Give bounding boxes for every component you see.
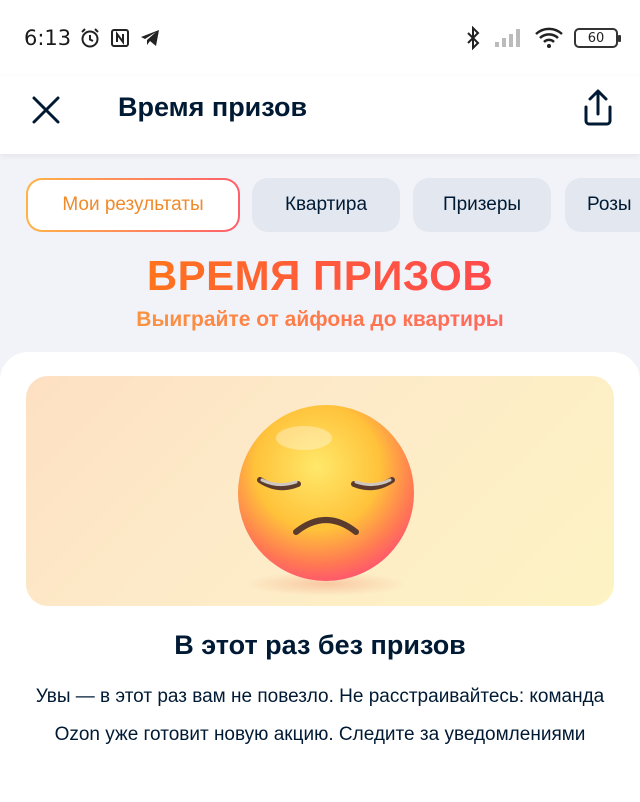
- close-button[interactable]: [28, 92, 64, 128]
- alarm-icon: [79, 27, 101, 49]
- promo-title: ВРЕМЯ ПРИЗОВ: [0, 252, 640, 300]
- share-button[interactable]: [578, 86, 618, 130]
- nfc-icon: [109, 27, 131, 49]
- wifi-icon: [534, 27, 564, 49]
- promo-subtitle: Выиграйте от айфона до квартиры: [0, 308, 640, 332]
- tab-draws[interactable]: Розы: [565, 178, 640, 232]
- status-bar: 6:13 60: [0, 0, 640, 76]
- share-icon: [584, 89, 612, 126]
- app-header: Время призов: [0, 76, 640, 154]
- tab-apartment[interactable]: Квартира: [252, 178, 400, 232]
- result-title: В этот раз без призов: [174, 630, 466, 660]
- tab-my-results[interactable]: Мои результаты: [26, 178, 240, 232]
- close-icon: [32, 96, 60, 124]
- status-time: 6:13: [24, 26, 72, 50]
- result-image: [26, 376, 614, 606]
- status-right: 60: [462, 26, 621, 50]
- result-text: Увы — в этот раз вам не повезло. Не расс…: [35, 686, 605, 745]
- tab-winners[interactable]: Призеры: [413, 178, 551, 232]
- telegram-icon: [139, 27, 161, 49]
- bluetooth-icon: [462, 26, 484, 50]
- signal-icon: [494, 27, 524, 49]
- battery-indicator: 60: [574, 28, 621, 48]
- status-left: 6:13: [24, 26, 161, 50]
- result-card: В этот раз без призов Увы — в этот раз в…: [0, 352, 640, 802]
- tab-bar: Мои результаты Квартира Призеры Розы: [0, 176, 640, 234]
- page-title: Время призов: [118, 92, 308, 122]
- sad-face-emoji: [226, 396, 426, 596]
